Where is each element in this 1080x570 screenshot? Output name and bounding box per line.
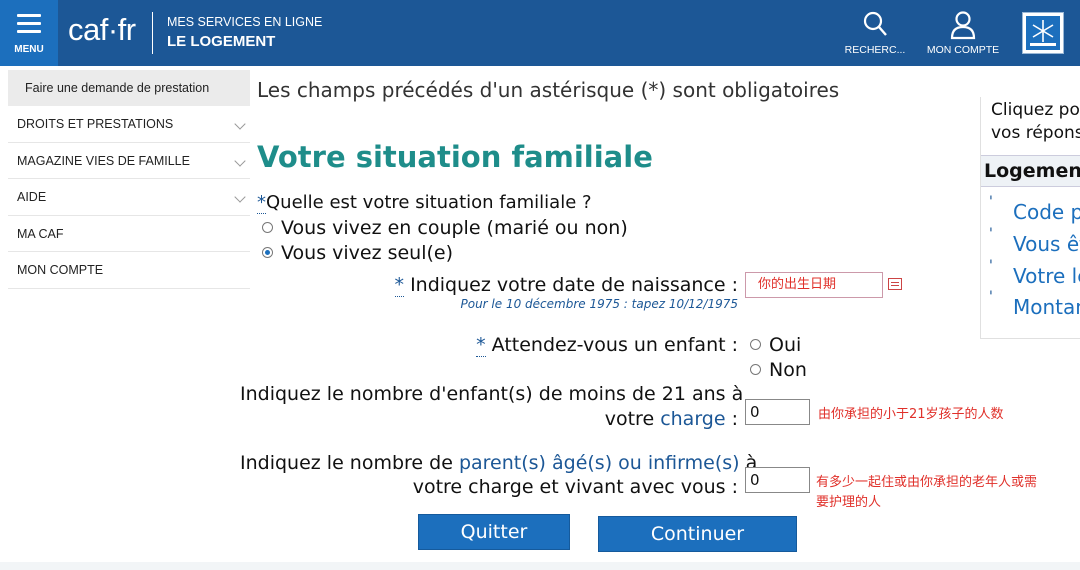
radio-label: Vous vivez en couple (marié ou non) (281, 217, 628, 239)
label-text: Indiquez le nombre de (240, 452, 459, 474)
user-icon (950, 11, 976, 40)
sidebar-item-aide[interactable]: AIDE (8, 179, 250, 216)
chevron-down-icon (234, 154, 246, 167)
birthdate-input[interactable]: 你的出生日期 (745, 272, 883, 298)
account-button[interactable]: MON COMPTE (920, 0, 1006, 66)
charge-link[interactable]: charge (660, 408, 725, 430)
radio-button[interactable] (750, 339, 761, 350)
birthdate-label-text: Indiquez votre date de naissance : (404, 274, 738, 296)
sidebar-item-demande[interactable]: Faire une demande de prestation (8, 70, 250, 106)
parents-link[interactable]: parent(s) âgé(s) ou infirme(s) (459, 452, 740, 474)
search-button[interactable]: RECHERC... (838, 0, 912, 66)
sidebar-item-label: DROITS ET PRESTATIONS (17, 117, 174, 131)
birthdate-label: * Indiquez votre date de naissance : (300, 274, 738, 297)
parents-count-label-line1: Indiquez le nombre de parent(s) âgé(s) o… (240, 452, 757, 474)
sidebar-item-magazine[interactable]: MAGAZINE VIES DE FAMILLE (8, 143, 250, 179)
recap-link[interactable]: Votre le (989, 258, 1080, 288)
radio-couple[interactable]: Vous vivez en couple (marié ou non) (262, 217, 628, 239)
radio-oui[interactable]: Oui (750, 334, 801, 356)
caf-logo[interactable]: caf·fr (68, 12, 136, 48)
situation-question-label: Quelle est votre situation familiale ? (266, 192, 592, 213)
radio-non[interactable]: Non (750, 359, 807, 381)
service-subtitle: MES SERVICES EN LIGNE (167, 15, 323, 29)
mandatory-notice: Les champs précédés d'un astérisque (*) … (257, 78, 840, 102)
parents-count-annotation-line1: 有多少一起住或由你承担的老年人或需 (816, 475, 1038, 490)
chevron-down-icon (234, 118, 246, 130)
sidebar-item-droits[interactable]: DROITS ET PRESTATIONS (8, 106, 250, 143)
recap-link-label: Montan (1013, 295, 1080, 319)
radio-label: Non (769, 359, 807, 381)
logo-divider (152, 12, 153, 54)
sidebar-item-mon-compte[interactable]: MON COMPTE (8, 252, 250, 289)
sidebar-nav: Faire une demande de prestation DROITS E… (8, 70, 250, 289)
page-title: Votre situation familiale (257, 140, 653, 174)
recap-intro: Cliquez po vos répons (991, 99, 1080, 145)
recap-intro-line: vos répons (991, 123, 1080, 143)
recap-link-label: Vous êt (1013, 232, 1080, 256)
sidebar-item-label: Faire une demande de prestation (25, 81, 210, 95)
parents-count-input[interactable]: 0 (745, 467, 810, 493)
sidebar-item-label: MON COMPTE (17, 263, 104, 277)
sidebar-item-ma-caf[interactable]: MA CAF (8, 216, 250, 252)
expecting-child-label-text: Attendez-vous un enfant : (485, 334, 738, 356)
sidebar-item-label: MA CAF (17, 226, 64, 241)
required-marker[interactable]: * (394, 274, 405, 297)
recap-link-label: Votre le (1013, 264, 1080, 288)
radio-label: Oui (769, 334, 802, 356)
recap-link[interactable]: Montan (989, 289, 1080, 319)
continue-button[interactable]: Continuer (598, 516, 797, 552)
search-icon (863, 11, 887, 36)
parents-count-annotation-line2: 要护理的人 (816, 495, 882, 510)
radio-seul[interactable]: Vous vivez seul(e) (262, 242, 453, 264)
children-count-label-line2: votre charge : (240, 408, 738, 430)
footer-strip (0, 562, 1080, 570)
chevron-down-icon (234, 191, 246, 203)
account-label: MON COMPTE (926, 44, 1000, 56)
children-count-input[interactable]: 0 (745, 399, 810, 425)
radio-button-selected[interactable] (262, 247, 273, 258)
service-title: LE LOGEMENT (167, 33, 276, 50)
parents-count-label-line2: votre charge et vivant avec vous : (412, 476, 738, 498)
radio-button[interactable] (750, 364, 761, 375)
top-header: MENU caf·fr MES SERVICES EN LIGNE LE LOG… (0, 0, 1080, 66)
snowflake-icon (1030, 20, 1056, 46)
quit-button[interactable]: Quitter (418, 514, 570, 550)
search-label: RECHERC... (844, 44, 906, 56)
required-marker[interactable]: * (257, 192, 266, 214)
sidebar-item-label: AIDE (17, 190, 47, 204)
recap-intro-line: Cliquez po (991, 100, 1080, 120)
recap-link[interactable]: Vous êt (989, 226, 1080, 256)
recap-heading: Logement (981, 155, 1080, 187)
radio-label: Vous vivez seul(e) (281, 242, 454, 264)
required-marker[interactable]: * (476, 334, 486, 357)
children-count-annotation: 由你承担的小于21岁孩子的人数 (818, 407, 1004, 422)
radio-button[interactable] (262, 222, 273, 233)
label-text: votre (604, 408, 661, 430)
birthdate-hint: Pour le 10 décembre 1975 : tapez 10/12/1… (460, 297, 738, 311)
caf-emblem-logo[interactable] (1022, 12, 1064, 54)
menu-button[interactable]: MENU (0, 0, 58, 66)
calendar-icon[interactable] (888, 278, 902, 290)
recap-link-label: Code p (1013, 200, 1080, 224)
children-count-label-line1: Indiquez le nombre d'enfant(s) de moins … (240, 383, 744, 405)
recap-link[interactable]: Code p (989, 194, 1080, 224)
expecting-child-label: * Attendez-vous un enfant : (300, 334, 738, 357)
situation-question: *Quelle est votre situation familiale ? (257, 192, 592, 214)
sidebar-item-label: MAGAZINE VIES DE FAMILLE (17, 153, 190, 168)
hamburger-icon (17, 14, 41, 38)
recap-panel: Cliquez po vos répons Logement Code p Vo… (980, 97, 1080, 339)
menu-label: MENU (14, 44, 44, 55)
label-text: : (725, 408, 738, 430)
